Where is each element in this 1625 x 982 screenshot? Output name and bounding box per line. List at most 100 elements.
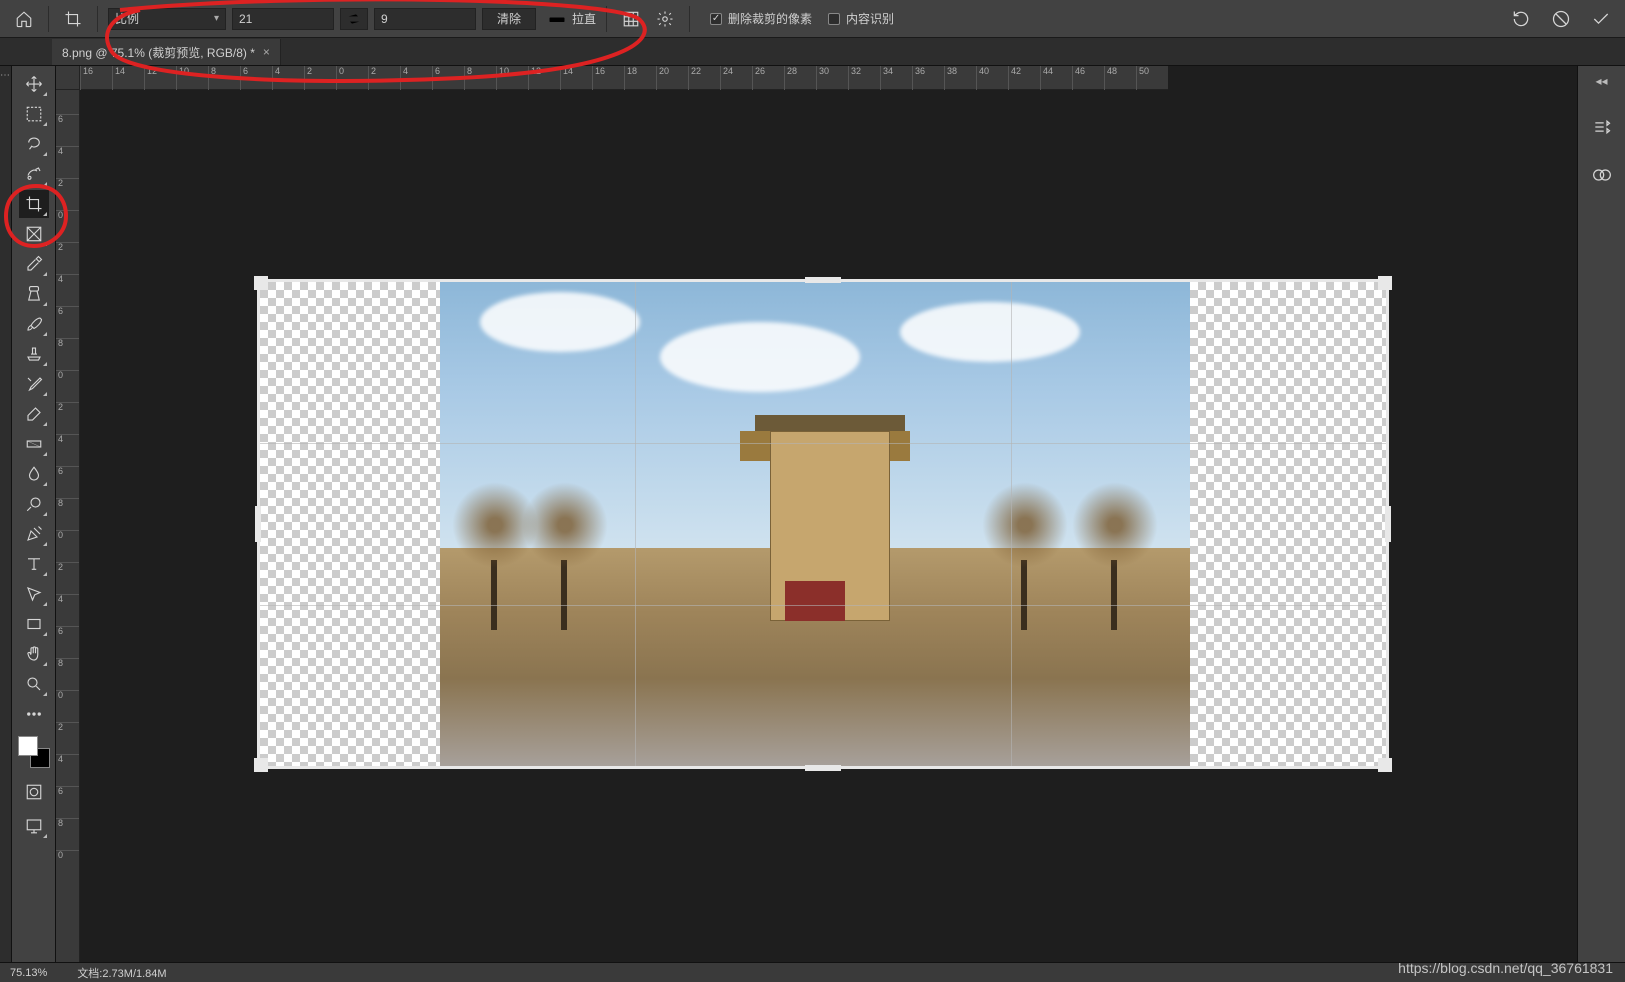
ruler-tick: 2: [56, 722, 79, 754]
ruler-tick: 4: [272, 66, 304, 90]
home-icon[interactable]: [10, 5, 38, 33]
blur-tool[interactable]: [19, 460, 49, 488]
clear-aspect-button[interactable]: 清除: [482, 8, 536, 30]
crop-handle-bottom-right[interactable]: [1378, 758, 1392, 772]
brush-tool[interactable]: [19, 310, 49, 338]
ruler-tick: 2: [56, 562, 79, 594]
ruler-tick: 50: [1136, 66, 1168, 90]
swap-width-height-button[interactable]: [340, 8, 368, 30]
color-swatches[interactable]: [18, 736, 50, 768]
ruler-tick: 0: [336, 66, 368, 90]
crop-handle-bottom[interactable]: [805, 765, 841, 771]
ruler-tick: 22: [688, 66, 720, 90]
eyedropper-tool[interactable]: [19, 250, 49, 278]
foreground-swatch[interactable]: [18, 736, 38, 756]
gear-icon[interactable]: [651, 5, 679, 33]
crop-width-input[interactable]: 21: [232, 8, 334, 30]
delete-cropped-label: 删除裁剪的像素: [728, 10, 812, 27]
crop-handle-right[interactable]: [1385, 506, 1391, 542]
delete-cropped-checkbox[interactable]: ✓ 删除裁剪的像素: [710, 10, 812, 27]
ruler-tick: 6: [56, 114, 79, 146]
hand-tool[interactable]: [19, 640, 49, 668]
commit-crop-icon[interactable]: [1587, 5, 1615, 33]
ruler-tick: 6: [56, 626, 79, 658]
ruler-tick: 38: [944, 66, 976, 90]
vertical-ruler[interactable]: 6 4 2 0 2 4 6 8 0 2 4 6 8 0 2 4 6: [56, 90, 80, 962]
ruler-tick: 12: [144, 66, 176, 90]
crop-height-input[interactable]: 9: [374, 8, 476, 30]
eraser-tool[interactable]: [19, 400, 49, 428]
ruler-tick: 30: [816, 66, 848, 90]
aspect-preset-select[interactable]: 比例 ▾: [108, 8, 226, 30]
healing-brush-tool[interactable]: [19, 280, 49, 308]
crop-tool[interactable]: [19, 190, 49, 218]
zoom-level[interactable]: 75.13%: [10, 967, 47, 979]
crop-options-bar: 比例 ▾ 21 9 清除 拉直 ✓ 删除裁剪的像: [0, 0, 1625, 38]
ruler-tick: 2: [56, 402, 79, 434]
properties-panel-icon[interactable]: [1587, 112, 1617, 142]
content-aware-checkbox[interactable]: 内容识别: [828, 10, 894, 27]
crop-handle-top-left[interactable]: [254, 276, 268, 290]
canvas-container: 16 14 12 10 8 6 4 2 0 2 4 6 8 10 12 14 1: [56, 66, 1577, 962]
ruler-tick: 32: [848, 66, 880, 90]
document-tab-title: 8.png @ 75.1% (裁剪预览, RGB/8) *: [62, 44, 255, 61]
ruler-tick: 8: [464, 66, 496, 90]
canvas-stage[interactable]: [80, 90, 1577, 962]
lasso-tool[interactable]: [19, 130, 49, 158]
ruler-tick: 6: [432, 66, 464, 90]
ruler-tick: 16: [80, 66, 112, 90]
quick-mask-icon[interactable]: [19, 778, 49, 806]
crop-box[interactable]: [260, 282, 1386, 766]
commit-actions: [1507, 5, 1615, 33]
reset-crop-icon[interactable]: [1507, 5, 1535, 33]
ruler-tick: 10: [176, 66, 208, 90]
shape-tool[interactable]: [19, 610, 49, 638]
pen-tool[interactable]: [19, 520, 49, 548]
ruler-tick: 44: [1040, 66, 1072, 90]
frame-tool[interactable]: [19, 220, 49, 248]
crop-handle-top-right[interactable]: [1378, 276, 1392, 290]
ruler-tick: 6: [56, 786, 79, 818]
crop-tool-indicator-icon[interactable]: [59, 5, 87, 33]
quick-select-tool[interactable]: [19, 160, 49, 188]
crop-handle-top[interactable]: [805, 277, 841, 283]
ruler-tick: 2: [368, 66, 400, 90]
edit-toolbar-icon[interactable]: [19, 700, 49, 728]
history-brush-tool[interactable]: [19, 370, 49, 398]
ruler-tick: 4: [56, 146, 79, 178]
path-select-tool[interactable]: [19, 580, 49, 608]
clear-label: 清除: [497, 10, 521, 27]
clone-stamp-tool[interactable]: [19, 340, 49, 368]
ruler-tick: 0: [56, 850, 79, 882]
overlay-grid-icon[interactable]: [617, 5, 645, 33]
ruler-tick: 46: [1072, 66, 1104, 90]
marquee-tool[interactable]: [19, 100, 49, 128]
close-tab-icon[interactable]: ×: [263, 45, 270, 59]
expand-dots-icon[interactable]: ⋯: [0, 70, 11, 81]
zoom-tool[interactable]: [19, 670, 49, 698]
ruler-tick: 14: [560, 66, 592, 90]
document-tab[interactable]: 8.png @ 75.1% (裁剪预览, RGB/8) * ×: [52, 39, 281, 65]
gradient-tool[interactable]: [19, 430, 49, 458]
type-tool[interactable]: [19, 550, 49, 578]
horizontal-ruler[interactable]: 16 14 12 10 8 6 4 2 0 2 4 6 8 10 12 14 1: [80, 66, 1168, 90]
document-tab-bar: 8.png @ 75.1% (裁剪预览, RGB/8) * ×: [0, 38, 1625, 66]
crop-handle-left[interactable]: [255, 506, 261, 542]
ruler-tick: 2: [304, 66, 336, 90]
ruler-tick: 0: [56, 210, 79, 242]
screen-mode-icon[interactable]: [19, 812, 49, 840]
adjustments-panel-icon[interactable]: [1587, 160, 1617, 190]
cancel-crop-icon[interactable]: [1547, 5, 1575, 33]
ruler-tick: 2: [56, 178, 79, 210]
separator: [689, 6, 690, 32]
ruler-tick: 0: [56, 530, 79, 562]
ruler-corner: [56, 66, 80, 90]
frame-edge-left: ⋯: [0, 66, 12, 962]
dodge-tool[interactable]: [19, 490, 49, 518]
ruler-tick: 14: [112, 66, 144, 90]
move-tool[interactable]: [19, 70, 49, 98]
straighten-button[interactable]: 拉直: [548, 10, 596, 28]
expand-panels-icon[interactable]: ◂◂: [1595, 74, 1607, 94]
crop-handle-bottom-left[interactable]: [254, 758, 268, 772]
straighten-label: 拉直: [572, 10, 596, 27]
